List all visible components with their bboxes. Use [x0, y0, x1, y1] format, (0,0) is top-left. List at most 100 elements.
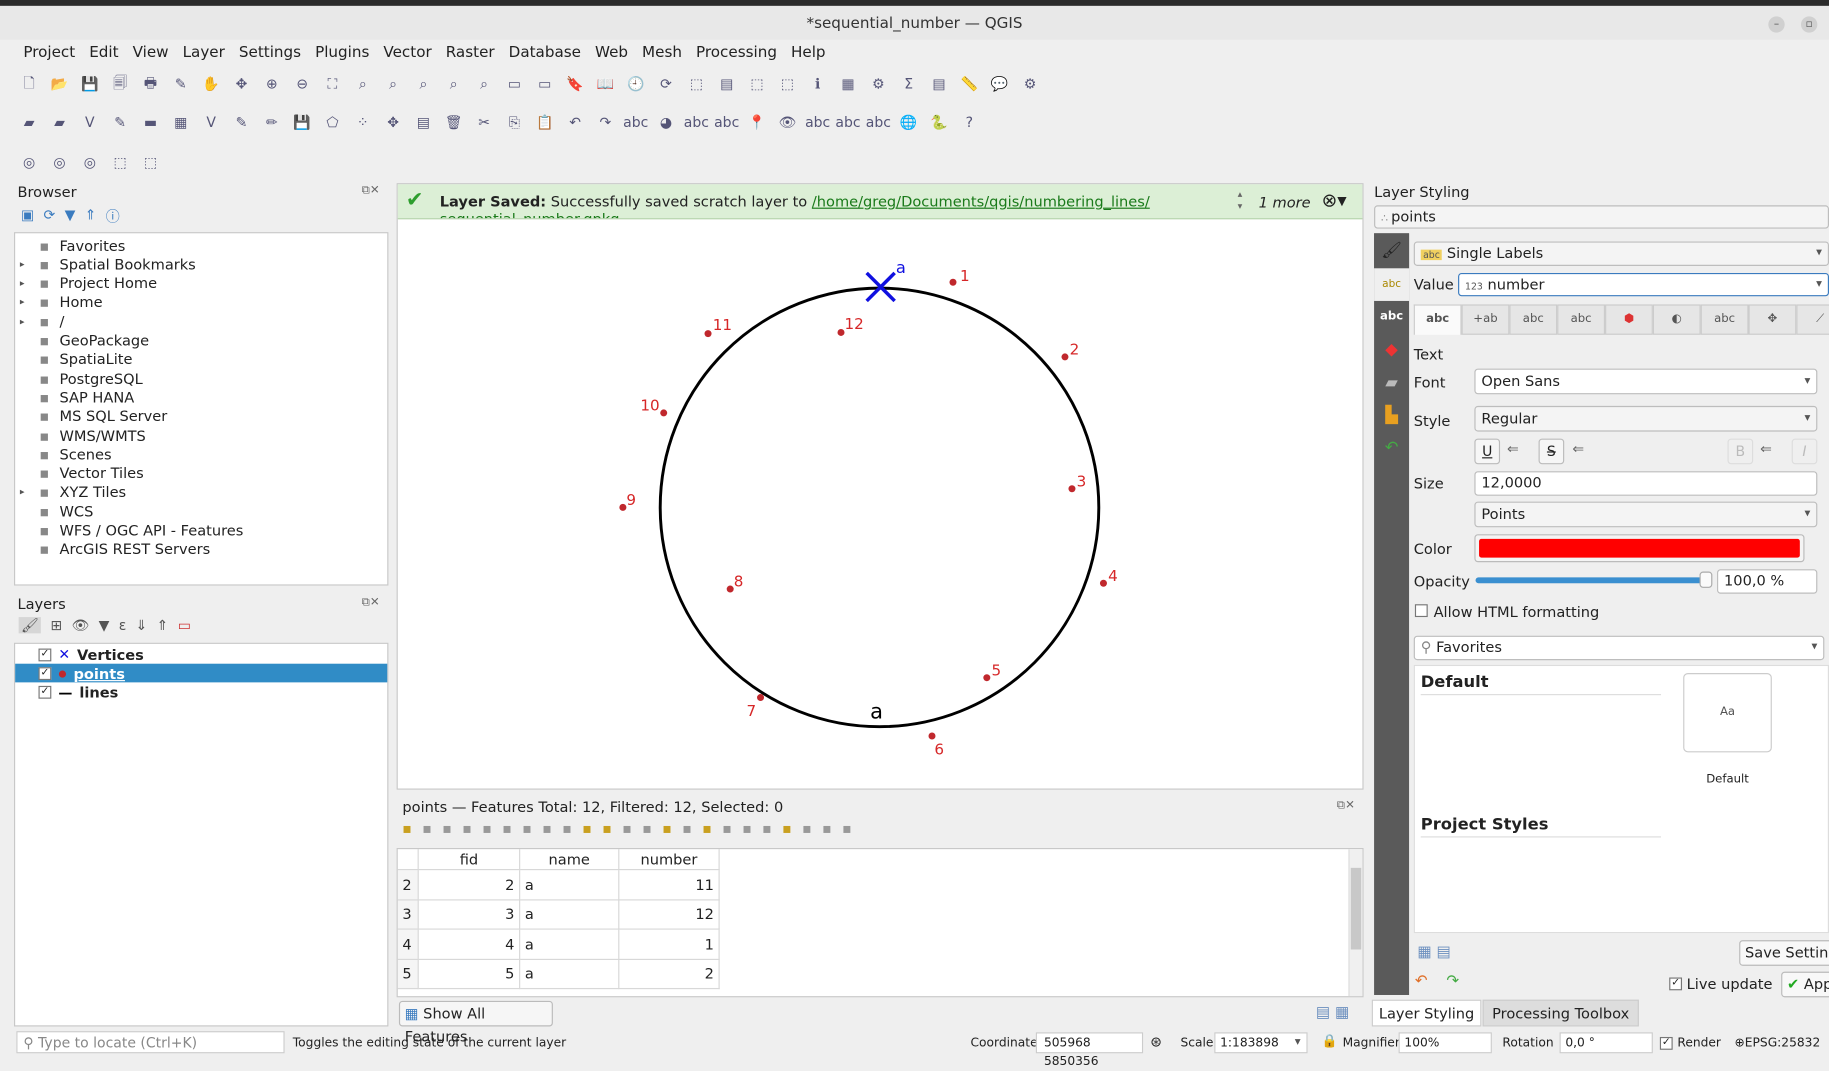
cell-number[interactable]: 2 [618, 958, 720, 990]
reshape-icon[interactable]: ⬚ [138, 149, 164, 175]
zoom-last-icon[interactable]: ⌕ [441, 71, 467, 97]
add-ring-icon[interactable]: ◎ [16, 149, 42, 175]
select-value-icon[interactable]: ▤ [714, 71, 740, 97]
menu-processing[interactable]: Processing [689, 42, 784, 65]
redo-icon[interactable]: ↷ [593, 110, 619, 136]
tab-processing-toolbox[interactable]: Processing Toolbox [1482, 999, 1639, 1027]
panel-close-icon[interactable]: ⧉✕ [362, 184, 380, 197]
expression-select-icon[interactable]: ▪ [582, 820, 591, 836]
browser-item[interactable]: ▪ Vector Tiles [20, 464, 143, 483]
fields-icon[interactable]: ▙ [1374, 399, 1409, 432]
cell-name[interactable]: a [519, 928, 620, 960]
cell-fid[interactable]: 3 [417, 898, 521, 930]
panel-close-icon[interactable]: ⧉✕ [1337, 799, 1355, 812]
pencil-icon[interactable]: ✏ [259, 110, 285, 136]
deselect-icon[interactable]: ⬚ [744, 71, 770, 97]
save-icon[interactable]: ▪ [442, 820, 451, 836]
split-icon[interactable]: ⬚ [107, 149, 133, 175]
filter-icon[interactable]: ▪ [662, 820, 671, 836]
tab-callouts[interactable]: abc [1700, 304, 1749, 335]
redo-icon[interactable]: ↷ [1446, 973, 1459, 990]
coordinate-field[interactable]: 505968 5850356 [1035, 1032, 1144, 1068]
multi-edit-icon[interactable]: ▪ [422, 820, 431, 836]
diagram-icon[interactable]: ◕ [653, 110, 679, 136]
browser-item[interactable]: ▪ SpatiaLite [20, 350, 132, 369]
tab-mask[interactable]: abc [1557, 304, 1606, 335]
filter-icon[interactable]: ▼ [99, 617, 110, 633]
cell-fid[interactable]: 2 [417, 869, 521, 900]
layer-visibility-checkbox[interactable]: ✓ [38, 666, 52, 680]
menu-help[interactable]: Help [784, 42, 833, 65]
browser-item[interactable]: ▸ ▪ Spatial Bookmarks [20, 255, 196, 274]
zoom-out-icon[interactable]: ⊖ [289, 71, 315, 97]
map-canvas[interactable]: 1 2 3 4 5 6 7 8 9 10 11 12 a a ✔ Layer Saved: Success… [396, 183, 1364, 790]
row-header[interactable]: 4 [397, 928, 419, 960]
statistics-icon[interactable]: Σ [896, 71, 922, 97]
pan-to-selection-icon[interactable]: ✥ [229, 71, 255, 97]
dock-icon[interactable]: ▪ [842, 820, 851, 836]
change-label-icon[interactable]: abc [866, 110, 892, 136]
add-feature-icon[interactable]: ⬠ [320, 110, 346, 136]
point-marker[interactable] [704, 330, 712, 338]
locate-input[interactable]: ⚲ Type to locate (Ctrl+K) [16, 1031, 285, 1054]
temporal-icon[interactable]: 🕘 [623, 71, 649, 97]
toolbox-icon[interactable]: ⚙ [866, 71, 892, 97]
point-marker[interactable] [1099, 579, 1107, 587]
point-marker[interactable] [837, 328, 845, 336]
layer-visibility-checkbox[interactable]: ✓ [38, 685, 52, 699]
paste-icon[interactable]: ▪ [562, 820, 571, 836]
select-all-icon[interactable]: ▪ [602, 820, 611, 836]
size-input[interactable]: 12,0000 [1474, 471, 1818, 496]
identify-icon[interactable]: ℹ [805, 71, 831, 97]
save-settings-button[interactable]: Save Setting [1739, 940, 1829, 966]
point-marker[interactable] [949, 278, 957, 286]
expand-arrow-icon[interactable]: ▸ [20, 297, 29, 307]
add-part-icon[interactable]: ◎ [47, 149, 73, 175]
row-header[interactable]: 2 [397, 869, 419, 900]
lock-scale-icon[interactable]: 🔒 [1322, 1033, 1338, 1048]
map-tips-icon[interactable]: 💬 [987, 71, 1013, 97]
cell-fid[interactable]: 4 [417, 928, 521, 960]
zoom-native-icon[interactable]: ⌕ [411, 71, 437, 97]
underline-button[interactable]: U [1474, 438, 1501, 465]
refresh-icon[interactable]: ⟳ [653, 71, 679, 97]
browser-item[interactable]: ▪ WFS / OGC API - Features [20, 521, 243, 540]
zoom-to-icon[interactable]: ▪ [722, 820, 731, 836]
cell-fid[interactable]: 5 [417, 958, 521, 990]
collapse-icon[interactable]: ⇑ [85, 206, 97, 226]
locator-icon[interactable]: ⚙ [1017, 71, 1043, 97]
undo-icon[interactable]: ↶ [562, 110, 588, 136]
browser-item[interactable]: ▸ ▪ Home [20, 293, 103, 312]
layer-points[interactable]: ✓ ● points [15, 664, 388, 683]
conditional-icon[interactable]: ▪ [802, 820, 811, 836]
add-group-icon[interactable]: ⊞ [50, 617, 62, 633]
paste-icon[interactable]: 📋 [532, 110, 558, 136]
renderer-select[interactable]: abc Single Labels [1413, 241, 1829, 266]
add-icon[interactable]: ▪ [482, 820, 491, 836]
table-row[interactable]: 3 3 a 12 [397, 898, 720, 930]
tab-background[interactable]: ⬢ [1605, 304, 1653, 335]
help-icon[interactable]: ? [956, 110, 982, 136]
column-header-fid[interactable]: fid [417, 849, 521, 871]
menu-plugins[interactable]: Plugins [308, 42, 376, 65]
pan-icon[interactable]: ✋ [198, 71, 224, 97]
pan-to-icon[interactable]: ▪ [702, 820, 711, 836]
expand-arrow-icon[interactable]: ▸ [20, 259, 29, 269]
show-all-features-button[interactable]: ▦ Show All Features [398, 1000, 553, 1045]
delete-field-icon[interactable]: ▪ [762, 820, 771, 836]
data-defined-icon[interactable]: ⇐ [1572, 441, 1584, 457]
symbology-icon[interactable]: 🖌 [1374, 233, 1410, 269]
point-marker[interactable] [1061, 353, 1069, 361]
message-scroll[interactable]: ▴ ▾ [1238, 189, 1243, 212]
style-search-input[interactable]: ⚲ Favorites [1413, 635, 1825, 661]
font-select[interactable]: Open Sans [1474, 368, 1818, 395]
zoom-layer-icon[interactable]: ⌕ [380, 71, 406, 97]
reload-icon[interactable]: ▪ [462, 820, 471, 836]
expand-icon[interactable]: ⇓ [136, 617, 148, 633]
fill-ring-icon[interactable]: ◎ [77, 149, 103, 175]
row-header[interactable]: 3 [397, 898, 419, 930]
add-vector-icon[interactable]: V [198, 110, 224, 136]
delete-icon[interactable]: ▪ [502, 820, 511, 836]
column-header-name[interactable]: name [519, 849, 620, 871]
zoom-in-icon[interactable]: ⊕ [259, 71, 285, 97]
